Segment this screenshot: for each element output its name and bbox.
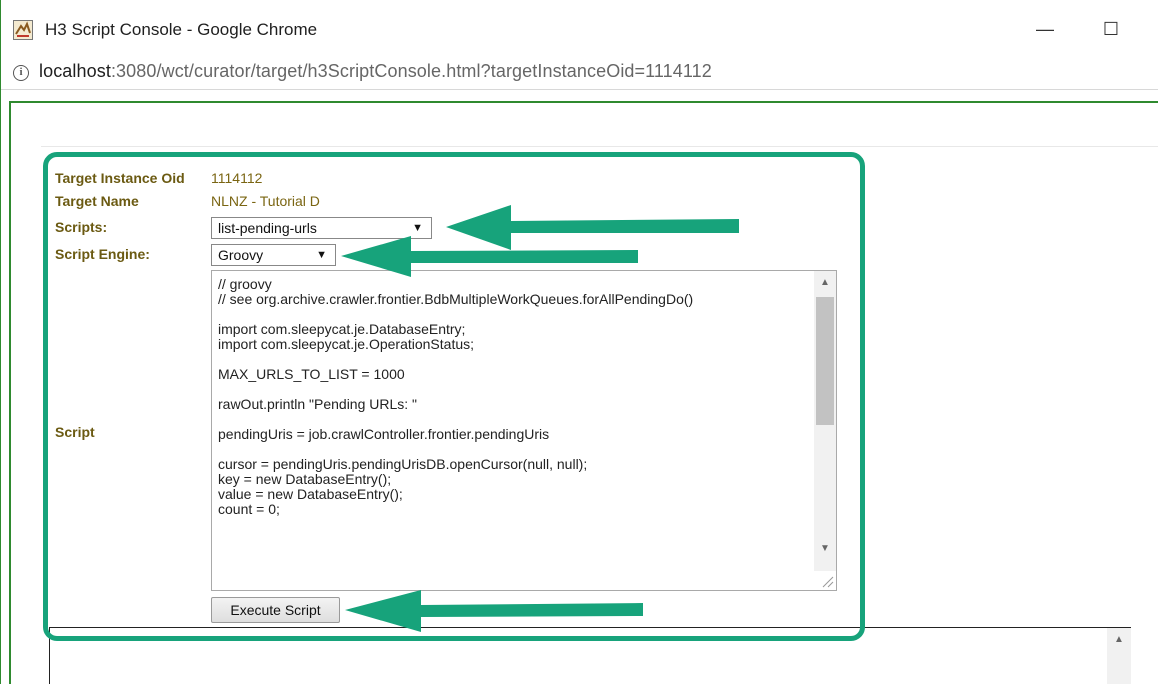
arrow-scripts (446, 205, 739, 250)
arrow-execute (345, 590, 643, 632)
annotation-arrows (341, 205, 739, 632)
browser-window: H3 Script Console - Google Chrome — ☐ i … (0, 0, 1158, 684)
